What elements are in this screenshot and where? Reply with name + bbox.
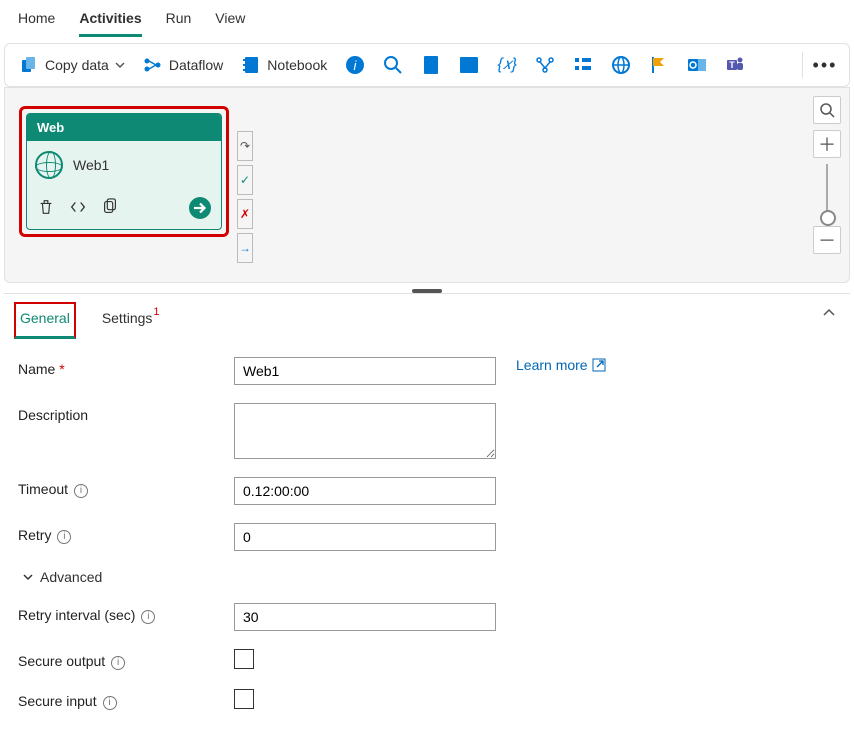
copy-data-label: Copy data	[45, 57, 109, 73]
collapse-panel-icon[interactable]	[822, 306, 836, 323]
tab-view[interactable]: View	[215, 6, 245, 37]
dataflow-label: Dataflow	[169, 57, 223, 73]
description-input[interactable]	[234, 403, 496, 459]
task-icon[interactable]	[573, 55, 593, 75]
secure-input-label: Secure input i	[18, 689, 218, 711]
connector-retry[interactable]: ↷	[237, 131, 253, 161]
variable-icon[interactable]: {𝑥}	[497, 55, 517, 75]
info-icon[interactable]: i	[141, 610, 155, 624]
retry-interval-input[interactable]	[234, 603, 496, 631]
tab-home[interactable]: Home	[18, 6, 55, 37]
copy-data-button[interactable]: Copy data	[19, 55, 125, 75]
retry-input[interactable]	[234, 523, 496, 551]
web-globe-icon	[35, 151, 63, 179]
advanced-label: Advanced	[40, 569, 102, 585]
zoom-slider[interactable]	[826, 164, 828, 220]
properties-panel: General Settings1 Name * Learn more Desc…	[4, 293, 850, 711]
node-title: Web1	[73, 157, 109, 173]
run-icon[interactable]	[189, 197, 211, 219]
learn-more-link[interactable]: Learn more	[516, 357, 606, 373]
pipeline-canvas[interactable]: Web Web1 ↷ ✓ ✗ → ＋ －	[4, 87, 850, 283]
toolbar-separator	[802, 52, 803, 78]
advanced-toggle[interactable]: Advanced	[18, 569, 836, 585]
secure-output-checkbox[interactable]	[234, 649, 254, 669]
menubar: Home Activities Run View	[0, 0, 854, 37]
code-icon[interactable]	[69, 198, 87, 219]
name-label: Name *	[18, 357, 218, 377]
tab-run[interactable]: Run	[166, 6, 192, 37]
info-icon[interactable]: i	[57, 530, 71, 544]
node-type-label: Web	[27, 114, 221, 141]
zoom-in-button[interactable]: ＋	[813, 130, 841, 158]
list-icon[interactable]	[459, 55, 479, 75]
selection-highlight: Web Web1 ↷ ✓ ✗ →	[19, 106, 229, 237]
timeout-label: Timeout i	[18, 477, 218, 499]
tab-settings[interactable]: Settings1	[96, 302, 165, 339]
info-icon[interactable]: i	[345, 55, 365, 75]
connector-success[interactable]: ✓	[237, 165, 253, 195]
chevron-down-icon	[22, 571, 34, 583]
flag-icon[interactable]	[649, 55, 669, 75]
connector-completion[interactable]: →	[237, 233, 253, 263]
teams-icon[interactable]: T	[725, 55, 745, 75]
fit-icon[interactable]	[813, 96, 841, 124]
retry-label: Retry i	[18, 523, 218, 545]
script-icon[interactable]	[421, 55, 441, 75]
description-label: Description	[18, 403, 218, 423]
delete-icon[interactable]	[37, 198, 55, 219]
canvas-zoom-tools: ＋ －	[813, 96, 841, 254]
tab-settings-label: Settings	[102, 310, 153, 326]
info-icon[interactable]: i	[103, 696, 117, 710]
general-form: Name * Learn more Description Timeout i …	[4, 339, 850, 711]
toolbar: Copy data Dataflow Notebook i {𝑥} T •••	[4, 43, 850, 87]
zoom-out-button[interactable]: －	[813, 226, 841, 254]
secure-input-checkbox[interactable]	[234, 689, 254, 709]
retry-interval-label: Retry interval (sec) i	[18, 603, 218, 625]
notebook-button[interactable]: Notebook	[241, 55, 327, 75]
settings-badge: 1	[153, 306, 159, 318]
overflow-button[interactable]: •••	[815, 55, 835, 75]
tab-general[interactable]: General	[14, 302, 76, 339]
outlook-icon[interactable]	[687, 55, 707, 75]
chevron-down-icon	[115, 60, 125, 70]
svg-text:T: T	[729, 60, 735, 70]
web-activity-node[interactable]: Web Web1	[26, 113, 222, 230]
dataflow-button[interactable]: Dataflow	[143, 55, 223, 75]
info-icon[interactable]: i	[74, 484, 88, 498]
search-icon[interactable]	[383, 55, 403, 75]
name-input[interactable]	[234, 357, 496, 385]
connector-failure[interactable]: ✗	[237, 199, 253, 229]
secure-output-label: Secure output i	[18, 649, 218, 671]
tab-activities[interactable]: Activities	[79, 6, 141, 37]
copy-icon[interactable]	[101, 198, 119, 219]
notebook-label: Notebook	[267, 57, 327, 73]
globe-icon[interactable]	[611, 55, 631, 75]
node-connectors: ↷ ✓ ✗ →	[237, 131, 253, 263]
info-icon[interactable]: i	[111, 656, 125, 670]
branch-icon[interactable]	[535, 55, 555, 75]
timeout-input[interactable]	[234, 477, 496, 505]
